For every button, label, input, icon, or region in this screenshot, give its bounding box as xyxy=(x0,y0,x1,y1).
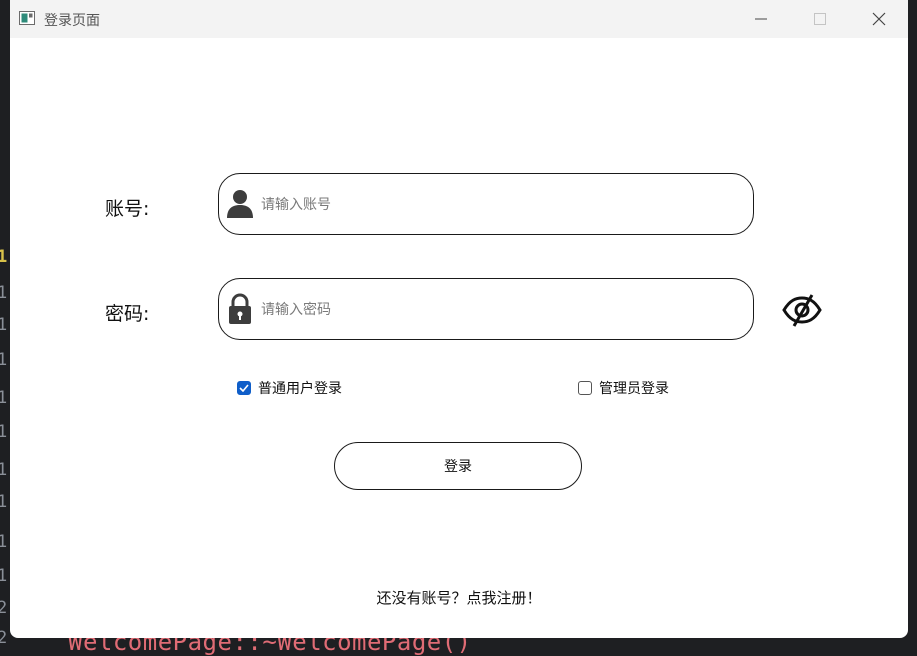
background-line-number: 1 xyxy=(0,350,8,370)
minimize-icon xyxy=(755,18,767,20)
window-title: 登录页面 xyxy=(44,13,100,29)
background-line-number: 1 xyxy=(0,532,8,552)
background-line-number: 1 xyxy=(0,492,8,512)
password-field[interactable] xyxy=(218,278,754,340)
background-line-number: 2 xyxy=(0,598,8,618)
account-input[interactable] xyxy=(259,190,733,220)
background-editor-gutter: 1 1 1 1 1 1 1 1 1 1 2 2 xyxy=(0,0,10,648)
normal-user-checkbox[interactable] xyxy=(237,381,251,395)
background-line-number: 1 xyxy=(0,283,8,303)
background-line-number: 1 xyxy=(0,388,8,408)
eye-off-icon[interactable] xyxy=(782,292,822,328)
app-icon xyxy=(19,11,35,25)
user-icon xyxy=(227,190,253,218)
admin-checkbox[interactable] xyxy=(578,381,592,395)
normal-user-label: 普通用户登录 xyxy=(258,381,342,397)
password-input[interactable] xyxy=(259,295,733,325)
password-label: 密码: xyxy=(105,303,150,325)
admin-option[interactable]: 管理员登录 xyxy=(578,378,669,398)
background-line-number: 1 xyxy=(0,422,8,442)
admin-label: 管理员登录 xyxy=(599,381,669,397)
background-line-number: 2 xyxy=(0,628,8,648)
maximize-button[interactable] xyxy=(791,0,849,38)
background-line-number: 1 xyxy=(0,566,8,586)
close-button[interactable] xyxy=(850,0,908,38)
minimize-button[interactable] xyxy=(732,0,790,38)
check-icon xyxy=(239,384,249,392)
lock-icon xyxy=(229,293,251,324)
login-window: 登录页面 账号: 密码: xyxy=(10,0,908,638)
normal-user-option[interactable]: 普通用户登录 xyxy=(237,378,342,398)
title-bar[interactable]: 登录页面 xyxy=(10,0,908,38)
account-field[interactable] xyxy=(218,173,754,235)
account-label: 账号: xyxy=(105,198,150,220)
background-line-number: 1 xyxy=(0,460,8,480)
close-icon xyxy=(872,12,886,26)
register-link[interactable]: 还没有账号？点我注册！ xyxy=(10,587,908,608)
background-line-number: 1 xyxy=(0,247,8,267)
background-line-number: 1 xyxy=(0,315,8,335)
login-button[interactable]: 登录 xyxy=(334,442,582,490)
maximize-icon xyxy=(814,13,826,25)
